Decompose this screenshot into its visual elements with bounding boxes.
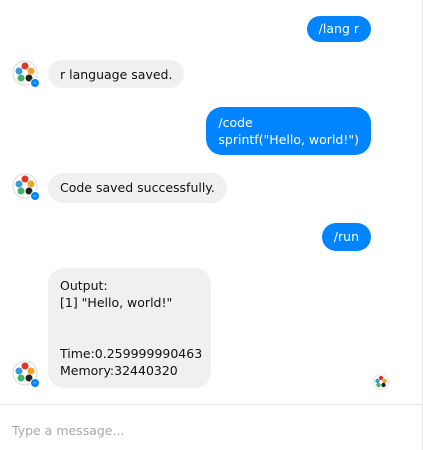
message-text-line: Output: xyxy=(60,278,108,293)
message-text-line: sprintf("Hello, world!") xyxy=(218,132,359,147)
chat-window: /lang r r language saved. /code sprintf(… xyxy=(0,0,423,450)
message-text: /run xyxy=(333,229,359,244)
bot-avatar-icon xyxy=(12,173,40,201)
message-bubble-outgoing: /run xyxy=(321,223,371,251)
message-input[interactable] xyxy=(12,419,392,441)
bot-avatar-icon xyxy=(12,360,40,388)
message-text-line: /code xyxy=(218,115,253,130)
message-text: Code saved successfully. xyxy=(60,180,215,195)
message-bubble-incoming: r language saved. xyxy=(48,60,185,88)
message-text-line: Time:0.259999990463 xyxy=(60,346,203,361)
bot-avatar-icon xyxy=(12,60,40,88)
seen-avatar-icon xyxy=(373,374,389,390)
message-text: /lang r xyxy=(318,21,359,36)
message-composer xyxy=(0,404,422,450)
message-bubble-incoming: Code saved successfully. xyxy=(48,173,227,203)
message-blank-space xyxy=(60,311,199,345)
message-text: r language saved. xyxy=(60,67,173,82)
message-bubble-incoming: Output: [1] "Hello, world!" Time:0.25999… xyxy=(48,268,211,388)
message-bubble-outgoing: /code sprintf("Hello, world!") xyxy=(206,107,371,155)
message-bubble-outgoing: /lang r xyxy=(306,16,371,42)
message-text-line: [1] "Hello, world!" xyxy=(60,295,173,310)
message-text-line: Memory:32440320 xyxy=(60,363,178,378)
